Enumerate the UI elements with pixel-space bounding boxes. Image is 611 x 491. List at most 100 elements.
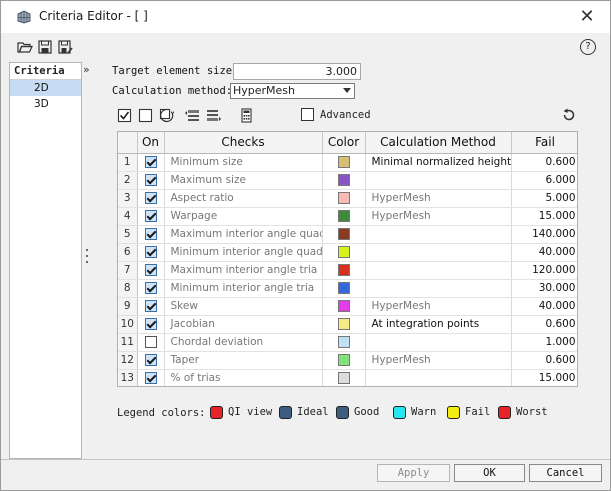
row-fail-value[interactable]: 30.000: [511, 279, 577, 298]
color-swatch[interactable]: [337, 246, 350, 258]
row-method[interactable]: [365, 225, 512, 244]
table-row[interactable]: 4 Warpage HyperMesh 15.000: [118, 207, 577, 226]
color-swatch[interactable]: [337, 372, 350, 384]
calculator-icon[interactable]: [239, 108, 254, 123]
row-fail-value[interactable]: 0.600: [511, 315, 577, 334]
legend-item-label: Ideal: [297, 406, 329, 418]
row-fail-value[interactable]: 0.600: [511, 351, 577, 370]
row-method[interactable]: HyperMesh: [365, 351, 512, 370]
move-rows-down-icon[interactable]: [206, 108, 221, 123]
row-on-checkbox[interactable]: [144, 300, 157, 312]
criteria-editor-window: Criteria Editor - [ ] ✕ ? Criteria 2D 3D…: [0, 0, 611, 491]
table-row[interactable]: 2 Maximum size 6.000: [118, 171, 577, 190]
color-swatch[interactable]: [337, 318, 350, 330]
row-fail-value[interactable]: 1.000: [511, 333, 577, 352]
reset-icon[interactable]: [562, 108, 576, 122]
table-row[interactable]: 8 Minimum interior angle tria 30.000: [118, 279, 577, 298]
row-method[interactable]: At integration points: [365, 315, 512, 334]
criteria-rows: 1 Minimum size Minimal normalized height 0.…: [118, 153, 577, 386]
color-swatch[interactable]: [337, 156, 350, 168]
close-icon[interactable]: ✕: [574, 4, 600, 30]
table-row[interactable]: 10 Jacobian At integration points 0.600: [118, 315, 577, 334]
tree-item-2d[interactable]: 2D: [10, 80, 81, 96]
row-on-checkbox[interactable]: [144, 372, 157, 384]
table-row[interactable]: 13 % of trias 15.000: [118, 369, 577, 386]
collapse-panel-icon[interactable]: »: [83, 63, 90, 76]
row-fail-value[interactable]: 6.000: [511, 171, 577, 190]
row-on-checkbox[interactable]: [144, 192, 157, 204]
row-method[interactable]: [365, 369, 512, 386]
apply-button[interactable]: Apply: [377, 464, 450, 482]
row-color-cell: [322, 225, 366, 244]
table-row[interactable]: 6 Minimum interior angle quad 40.000: [118, 243, 577, 262]
row-method[interactable]: Minimal normalized height: [365, 153, 512, 172]
col-color-header[interactable]: Color: [322, 132, 366, 154]
target-size-input[interactable]: 3.000: [233, 63, 361, 80]
color-swatch[interactable]: [337, 228, 350, 240]
row-on-checkbox[interactable]: [144, 282, 157, 294]
table-row[interactable]: 9 Skew HyperMesh 40.000: [118, 297, 577, 316]
col-on-header[interactable]: On: [137, 132, 165, 154]
table-row[interactable]: 3 Aspect ratio HyperMesh 5.000: [118, 189, 577, 208]
color-swatch[interactable]: [337, 174, 350, 186]
color-swatch[interactable]: [337, 300, 350, 312]
row-fail-value[interactable]: 15.000: [511, 369, 577, 386]
save-icon[interactable]: [37, 39, 53, 55]
table-row[interactable]: 5 Maximum interior angle quad 140.000: [118, 225, 577, 244]
ok-button[interactable]: OK: [454, 464, 525, 482]
move-rows-up-icon[interactable]: [185, 108, 200, 123]
color-swatch[interactable]: [337, 264, 350, 276]
color-swatch[interactable]: [337, 210, 350, 222]
color-swatch[interactable]: [337, 336, 350, 348]
table-row[interactable]: 1 Minimum size Minimal normalized height 0.…: [118, 153, 577, 172]
row-fail-value[interactable]: 140.000: [511, 225, 577, 244]
table-row[interactable]: 12 Taper HyperMesh 0.600: [118, 351, 577, 370]
row-on-checkbox[interactable]: [144, 156, 157, 168]
check-all-icon[interactable]: [117, 108, 132, 123]
row-method[interactable]: [365, 279, 512, 298]
cancel-button[interactable]: Cancel: [529, 464, 602, 482]
row-check-name: Minimum interior angle quad: [164, 243, 323, 262]
row-method[interactable]: HyperMesh: [365, 207, 512, 226]
row-method[interactable]: [365, 243, 512, 262]
row-method[interactable]: HyperMesh: [365, 189, 512, 208]
save-as-icon[interactable]: [57, 39, 73, 55]
row-on-checkbox[interactable]: [144, 246, 157, 258]
row-check-name: Maximum interior angle quad: [164, 225, 323, 244]
row-fail-value[interactable]: 120.000: [511, 261, 577, 280]
table-row[interactable]: 11 Chordal deviation 1.000: [118, 333, 577, 352]
col-fail-header[interactable]: Fail: [511, 132, 577, 154]
col-method-header[interactable]: Calculation Method: [365, 132, 512, 154]
row-method[interactable]: [365, 171, 512, 190]
row-on-checkbox[interactable]: [144, 336, 157, 348]
row-fail-value[interactable]: 40.000: [511, 243, 577, 262]
row-on-checkbox[interactable]: [144, 318, 157, 330]
row-fail-value[interactable]: 40.000: [511, 297, 577, 316]
row-on-checkbox[interactable]: [144, 210, 157, 222]
row-fail-value[interactable]: 0.600: [511, 153, 577, 172]
row-on-checkbox[interactable]: [144, 264, 157, 276]
row-fail-value[interactable]: 15.000: [511, 207, 577, 226]
col-checks-header[interactable]: Checks: [164, 132, 323, 154]
row-method[interactable]: [365, 261, 512, 280]
row-on-checkbox[interactable]: [144, 354, 157, 366]
row-index: 9: [118, 297, 138, 316]
refresh-check-icon[interactable]: [159, 108, 174, 123]
calc-method-select[interactable]: HyperMesh: [230, 83, 355, 99]
row-method[interactable]: [365, 333, 512, 352]
mesh-grid-icon: [17, 10, 31, 24]
row-method[interactable]: HyperMesh: [365, 297, 512, 316]
color-swatch[interactable]: [337, 192, 350, 204]
row-on-checkbox[interactable]: [144, 228, 157, 240]
row-fail-value[interactable]: 5.000: [511, 189, 577, 208]
help-icon[interactable]: ?: [580, 39, 596, 55]
advanced-checkbox[interactable]: [301, 108, 314, 121]
open-folder-icon[interactable]: [17, 39, 33, 55]
color-swatch[interactable]: [337, 354, 350, 366]
table-row[interactable]: 7 Maximum interior angle tria 120.000: [118, 261, 577, 280]
row-on-checkbox[interactable]: [144, 174, 157, 186]
uncheck-all-icon[interactable]: [138, 108, 153, 123]
color-swatch[interactable]: [337, 282, 350, 294]
tree-item-3d[interactable]: 3D: [10, 96, 81, 112]
splitter-handle[interactable]: [85, 249, 89, 269]
